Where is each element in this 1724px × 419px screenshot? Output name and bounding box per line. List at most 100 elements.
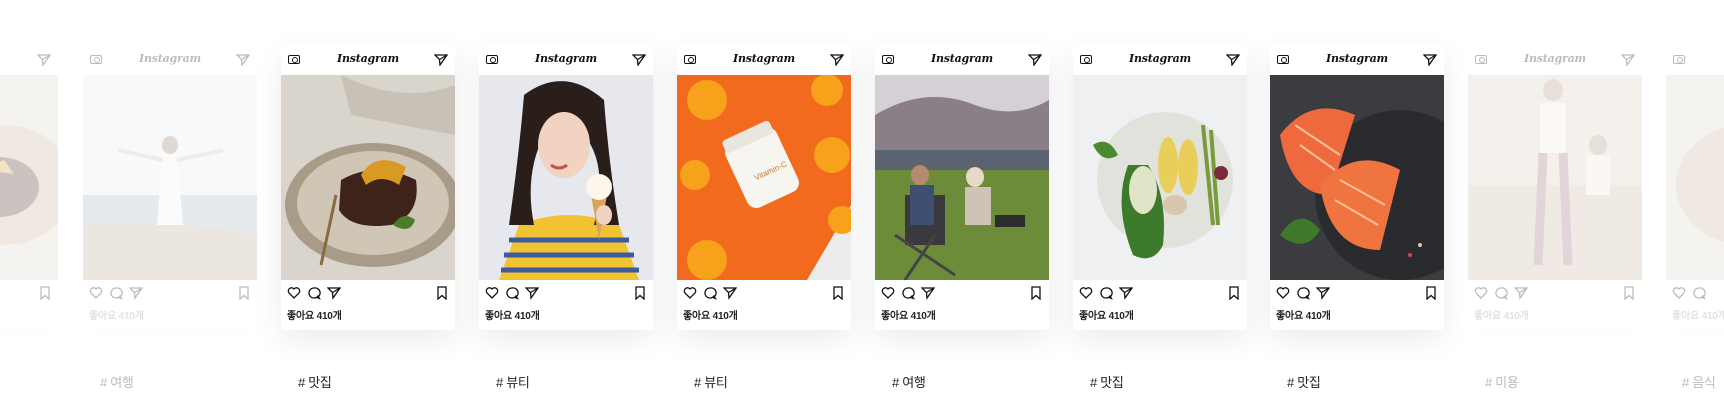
- comment-icon[interactable]: [307, 286, 321, 300]
- comment-icon[interactable]: [1296, 286, 1310, 300]
- likes-count: 좋아요 410개: [1276, 311, 1331, 322]
- send-icon[interactable]: [1514, 286, 1528, 300]
- heart-icon[interactable]: [683, 286, 697, 300]
- comment-icon[interactable]: [901, 286, 915, 300]
- instagram-logo: Instagram: [1326, 52, 1388, 65]
- post-card-beauty-faded[interactable]: Instagram 좋아요 410개: [1468, 45, 1642, 330]
- post-photo: [875, 75, 1049, 280]
- comment-icon[interactable]: [505, 286, 519, 300]
- card-header: Instagram: [677, 45, 851, 75]
- action-bar: [281, 286, 455, 302]
- post-photo: [1073, 75, 1247, 280]
- heart-icon[interactable]: [1474, 286, 1488, 300]
- send-icon[interactable]: [723, 286, 737, 300]
- comment-icon[interactable]: [109, 286, 123, 300]
- card-header: Instagram: [1270, 45, 1444, 75]
- hashtag-food[interactable]: # 맛집: [1090, 372, 1124, 391]
- instagram-logo: Instagram: [733, 52, 795, 65]
- card-header: Instagram: [479, 45, 653, 75]
- hashtag-travel[interactable]: # 여행: [100, 372, 134, 391]
- heart-icon[interactable]: [881, 286, 895, 300]
- likes-count: 좋아요 410개: [1672, 311, 1724, 322]
- send-icon[interactable]: [1028, 54, 1042, 66]
- send-icon[interactable]: [525, 286, 539, 300]
- post-card-food-vegetables[interactable]: Instagram 좋아요 410개: [1073, 45, 1247, 330]
- card-header: [1666, 45, 1724, 75]
- send-icon[interactable]: [1316, 286, 1330, 300]
- card-header: [0, 45, 58, 75]
- send-icon[interactable]: [434, 54, 448, 66]
- bookmark-icon[interactable]: [1029, 286, 1043, 300]
- comment-icon[interactable]: [1099, 286, 1113, 300]
- action-bar: [83, 286, 257, 302]
- action-bar: [875, 286, 1049, 302]
- instagram-logo: Instagram: [1524, 52, 1586, 65]
- post-card-beauty-icecream[interactable]: Instagram 좋아요 410개: [479, 45, 653, 330]
- comment-icon[interactable]: [1494, 286, 1508, 300]
- post-card-food-steak[interactable]: Instagram 좋아요 410개: [281, 45, 455, 330]
- hashtag-beauty[interactable]: # 뷰티: [694, 372, 728, 391]
- likes-count: 좋아요 410개: [881, 311, 936, 322]
- hashtag-beauty-salon[interactable]: # 미용: [1485, 372, 1519, 391]
- comment-icon[interactable]: [1692, 286, 1706, 300]
- hashtag-cuisine[interactable]: # 음식: [1682, 372, 1716, 391]
- action-bar: [677, 286, 851, 302]
- likes-count: 좋아요 410개: [1079, 311, 1134, 322]
- bookmark-icon[interactable]: [1424, 286, 1438, 300]
- hashtag-travel[interactable]: # 여행: [892, 372, 926, 391]
- send-icon[interactable]: [1621, 54, 1635, 66]
- post-photo: Vitamin-C: [677, 75, 851, 280]
- comment-icon[interactable]: [703, 286, 717, 300]
- bookmark-icon[interactable]: [633, 286, 647, 300]
- likes-count: 좋아요 410개: [287, 311, 342, 322]
- send-icon[interactable]: [1226, 54, 1240, 66]
- heart-icon[interactable]: [1276, 286, 1290, 300]
- post-photo: [1666, 75, 1724, 280]
- send-icon[interactable]: [1423, 54, 1437, 66]
- card-header: Instagram: [875, 45, 1049, 75]
- heart-icon[interactable]: [485, 286, 499, 300]
- bookmark-icon[interactable]: [1227, 286, 1241, 300]
- post-card-beauty-vitamin[interactable]: Instagram Vitamin-C 좋아요 410개: [677, 45, 851, 330]
- bookmark-icon[interactable]: [38, 286, 52, 300]
- post-photo: [479, 75, 653, 280]
- card-header: Instagram: [83, 45, 257, 75]
- instagram-card-carousel: Instagram 좋아요 410개 Instagram 좋아요 410개 In…: [0, 0, 1724, 419]
- post-card-food-salmon[interactable]: Instagram 좋아요 410개: [1270, 45, 1444, 330]
- send-icon[interactable]: [921, 286, 935, 300]
- action-bar: [1073, 286, 1247, 302]
- send-icon[interactable]: [327, 286, 341, 300]
- send-icon[interactable]: [830, 54, 844, 66]
- post-card-food-partial-right[interactable]: 좋아요 410개: [1666, 45, 1724, 330]
- bookmark-icon[interactable]: [1622, 286, 1636, 300]
- heart-icon[interactable]: [1079, 286, 1093, 300]
- hashtag-beauty[interactable]: # 뷰티: [496, 372, 530, 391]
- send-icon[interactable]: [632, 54, 646, 66]
- heart-icon[interactable]: [1672, 286, 1686, 300]
- heart-icon[interactable]: [287, 286, 301, 300]
- send-icon[interactable]: [1119, 286, 1133, 300]
- camera-icon[interactable]: [1673, 55, 1685, 64]
- card-header: Instagram: [1073, 45, 1247, 75]
- instagram-logo: Instagram: [535, 52, 597, 65]
- send-icon[interactable]: [236, 54, 250, 66]
- action-bar: [1468, 286, 1642, 302]
- post-card-food-partial[interactable]: [0, 45, 58, 330]
- action-bar: [1666, 286, 1724, 302]
- likes-count: 좋아요 410개: [485, 311, 540, 322]
- send-icon[interactable]: [129, 286, 143, 300]
- post-photo: [1468, 75, 1642, 280]
- instagram-logo: Instagram: [931, 52, 993, 65]
- instagram-logo: Instagram: [337, 52, 399, 65]
- action-bar: [0, 286, 58, 302]
- bookmark-icon[interactable]: [831, 286, 845, 300]
- send-icon[interactable]: [37, 54, 51, 66]
- bookmark-icon[interactable]: [237, 286, 251, 300]
- hashtag-food[interactable]: # 맛집: [298, 372, 332, 391]
- hashtag-food[interactable]: # 맛집: [1287, 372, 1321, 391]
- bookmark-icon[interactable]: [435, 286, 449, 300]
- post-card-travel-camping[interactable]: Instagram 좋아요 410개: [875, 45, 1049, 330]
- post-card-travel-faded[interactable]: Instagram 좋아요 410개: [83, 45, 257, 330]
- instagram-logo: Instagram: [139, 52, 201, 65]
- heart-icon[interactable]: [89, 286, 103, 300]
